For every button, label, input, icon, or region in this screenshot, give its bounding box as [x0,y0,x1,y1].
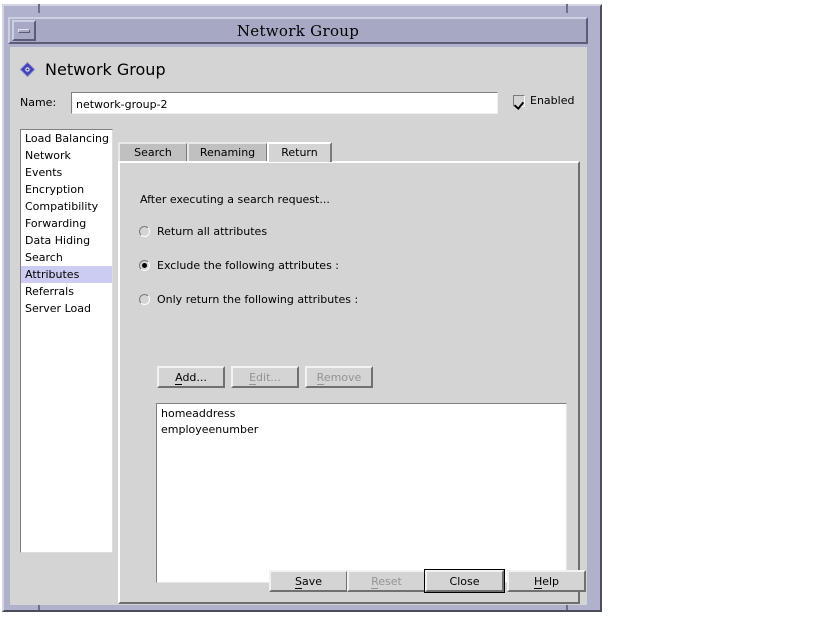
radio-return-all-attributes[interactable]: Return all attributes [139,224,267,238]
sidebar-item-data-hiding[interactable]: Data Hiding [21,232,112,249]
window-titlebar[interactable]: Network Group [8,17,588,44]
radio-label: Only return the following attributes : [157,293,358,306]
name-label: Name: [20,96,56,109]
close-button[interactable]: Close [425,570,504,592]
sidebar-item-search[interactable]: Search [21,249,112,266]
sidebar-item-forwarding[interactable]: Forwarding [21,215,112,232]
reset-button-label-rest: eset [378,575,402,588]
radio-button-circle[interactable] [139,294,150,305]
attribute-listbox[interactable]: homeaddress employeenumber [156,403,567,583]
edit-button-label-rest: dit... [256,371,281,384]
sidebar-item-load-balancing[interactable]: Load Balancing [21,130,112,147]
dialog-client-area: Network Group Name: Enabled Load Balanci… [10,47,587,605]
screenshot-root: Network Group Network Group Name: [0,0,822,621]
help-button-mnemonic: H [534,575,542,589]
radio-only-return-following-attributes[interactable]: Only return the following attributes : [139,292,358,306]
reset-button[interactable]: Reset [347,570,426,592]
minimize-icon [18,29,30,33]
dialog-button-bar: Save Reset Close Help [10,561,587,605]
radio-exclude-following-attributes[interactable]: Exclude the following attributes : [139,258,339,272]
sidebar-item-events[interactable]: Events [21,164,112,181]
save-button[interactable]: Save [269,570,348,592]
sidebar-item-network[interactable]: Network [21,147,112,164]
save-button-mnemonic: S [295,575,302,589]
tab-renaming[interactable]: Renaming [187,142,268,162]
remove-attribute-button[interactable]: Remove [305,366,373,388]
page-title: Network Group [45,60,166,79]
page-header: Network Group [20,56,166,82]
list-item[interactable]: employeenumber [157,422,566,438]
edit-attribute-button[interactable]: Edit... [231,366,299,388]
radio-label: Return all attributes [157,225,267,238]
frame-handle-top-left[interactable] [38,4,40,13]
window-title: Network Group [10,22,586,40]
tab-search[interactable]: Search [118,142,188,162]
panel-caption: After executing a search request... [140,193,330,206]
remove-button-label-rest: emove [324,371,362,384]
diamond-icon [20,62,35,77]
return-tab-panel: After executing a search request... Retu… [118,161,580,604]
close-button-label: Close [450,575,480,588]
edit-button-mnemonic: E [249,371,256,385]
name-row: Name: Enabled [20,92,580,116]
tab-strip: Search Renaming Return [118,142,580,162]
add-button-label-rest: dd... [182,371,206,384]
help-button[interactable]: Help [507,570,586,592]
list-item[interactable]: homeaddress [157,406,566,422]
sidebar-item-server-load[interactable]: Server Load [21,300,112,317]
enabled-label: Enabled [530,94,574,107]
minimize-button[interactable] [12,20,36,41]
sidebar-item-compatibility[interactable]: Compatibility [21,198,112,215]
radio-button-circle[interactable] [139,226,150,237]
category-list[interactable]: Load Balancing Network Events Encryption… [20,129,113,553]
radio-button-circle[interactable] [139,260,150,271]
radio-label: Exclude the following attributes : [157,259,339,272]
name-input[interactable] [71,92,498,114]
sidebar-item-attributes[interactable]: Attributes [21,266,112,283]
remove-button-mnemonic: R [317,371,324,385]
add-attribute-button[interactable]: Add... [157,366,225,388]
enabled-checkbox[interactable]: Enabled [513,94,574,107]
checkbox-box[interactable] [513,95,525,107]
frame-handle-top-right[interactable] [566,4,568,13]
tab-return[interactable]: Return [267,142,332,162]
save-button-label-rest: ave [302,575,322,588]
sidebar-item-referrals[interactable]: Referrals [21,283,112,300]
sidebar-item-encryption[interactable]: Encryption [21,181,112,198]
help-button-label-rest: elp [542,575,559,588]
